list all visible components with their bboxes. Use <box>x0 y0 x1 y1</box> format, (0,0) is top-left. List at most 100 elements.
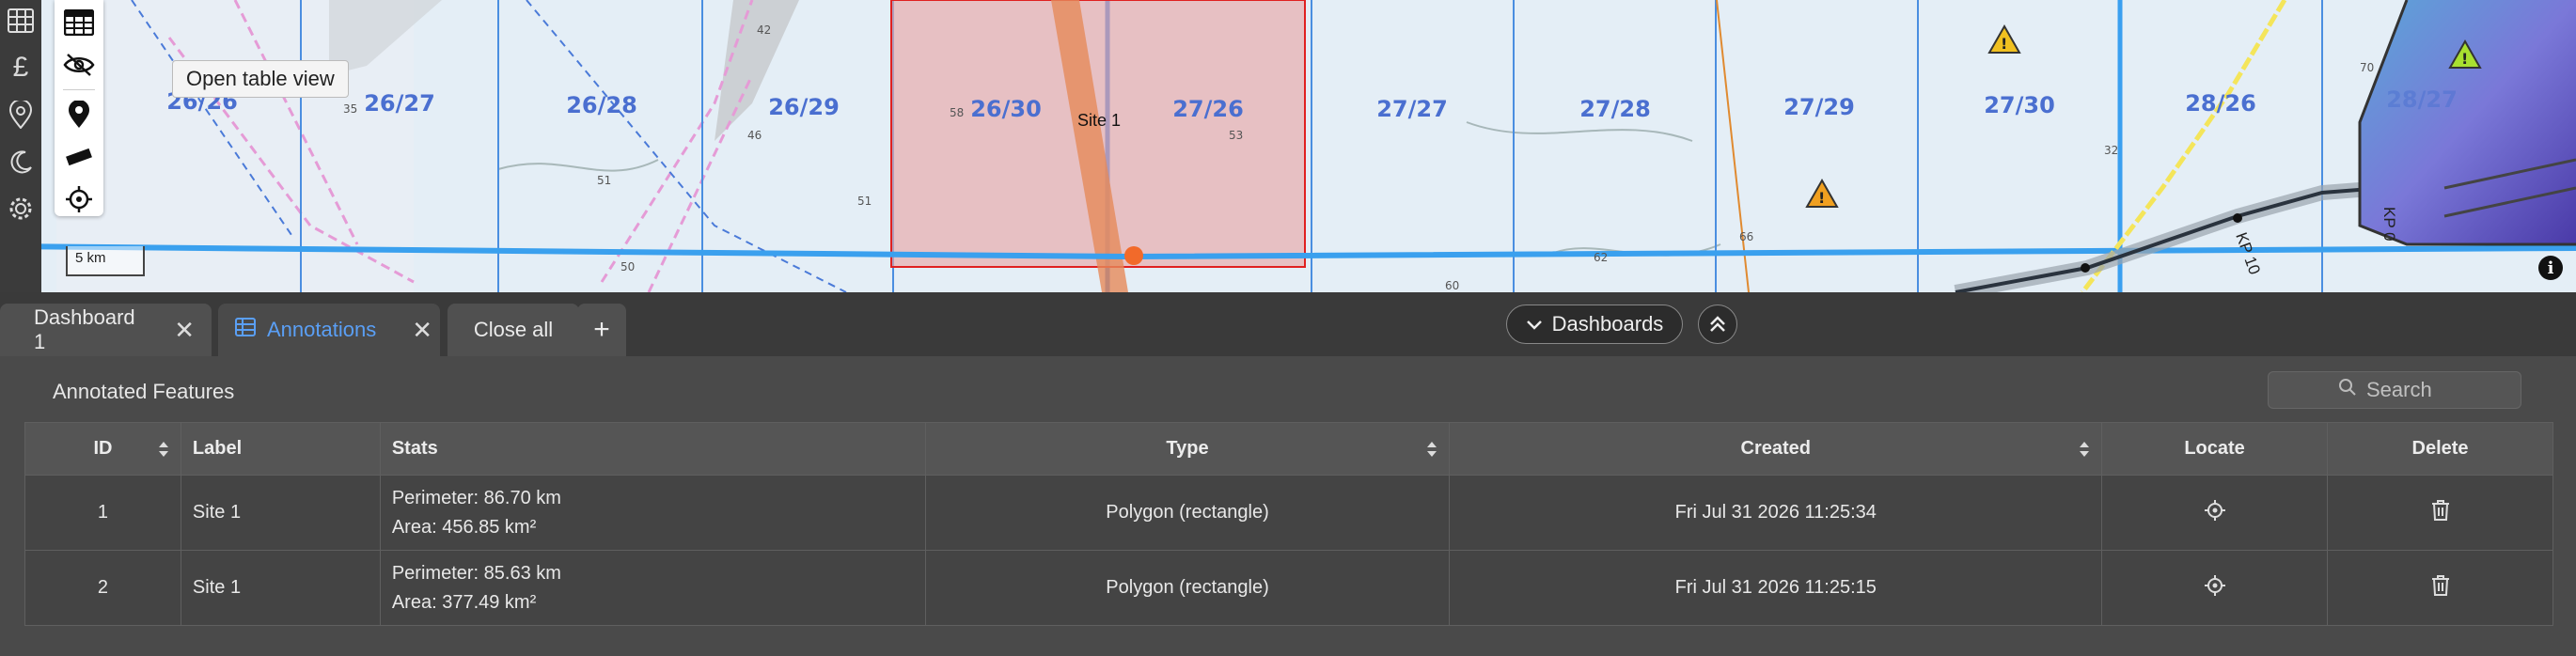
cell-stats: Perimeter: 85.63 km Area: 377.49 km² <box>379 550 926 626</box>
map-block-label: 26/30 <box>970 96 1042 122</box>
map-block-label: 27/27 <box>1376 96 1448 122</box>
sort-icon[interactable] <box>1426 440 1437 459</box>
tab-label: Annotations <box>267 318 377 341</box>
close-icon[interactable]: ✕ <box>412 318 432 342</box>
locate-crosshair-icon[interactable] <box>2204 499 2226 522</box>
svg-text:!: ! <box>2461 50 2468 68</box>
column-header-type[interactable]: Type <box>924 422 1451 476</box>
search-box[interactable] <box>2268 371 2521 409</box>
site-map-label: Site 1 <box>1077 111 1121 130</box>
map-tool-panel <box>55 0 103 216</box>
sort-icon[interactable] <box>158 440 169 459</box>
place-marker-icon[interactable] <box>60 98 98 133</box>
tooltip-open-table-view: Open table view <box>172 60 349 98</box>
map-pin-icon[interactable] <box>6 100 36 130</box>
map-canvas[interactable]: 26/26 26/27 26/28 26/29 26/30 27/26 27/27 27/28… <box>0 0 2576 292</box>
trash-icon[interactable] <box>2430 499 2451 522</box>
tab-annotations[interactable]: Annotations ✕ <box>218 304 440 356</box>
svg-text:35: 35 <box>343 102 357 116</box>
chevron-down-icon <box>1526 312 1543 336</box>
info-icon[interactable]: i <box>2538 256 2563 280</box>
annotations-table: ID Label Stats Type Created Locate Delet… <box>24 422 2553 626</box>
tool-divider <box>63 89 95 91</box>
svg-text:50: 50 <box>620 260 635 273</box>
column-header-stats: Stats <box>379 422 926 476</box>
panel-title: Annotated Features <box>53 380 235 403</box>
svg-text:70: 70 <box>2360 61 2374 74</box>
stat-perimeter: Perimeter: 85.63 km <box>391 562 561 584</box>
double-chevron-up-icon <box>1710 316 1725 332</box>
trash-icon[interactable] <box>2430 574 2451 597</box>
close-all-tabs-button[interactable]: Close all <box>448 304 579 356</box>
ruler-icon[interactable] <box>60 140 98 175</box>
svg-text:60: 60 <box>1445 279 1459 292</box>
cell-id: 1 <box>24 475 181 551</box>
cell-locate <box>2101 550 2329 626</box>
add-tab-button[interactable]: + <box>577 304 626 356</box>
table-header-row: ID Label Stats Type Created Locate Delet… <box>24 422 2553 476</box>
column-label: Type <box>1166 438 1209 459</box>
map-block-label: 27/26 <box>1172 96 1244 122</box>
column-header-created[interactable]: Created <box>1449 422 2103 476</box>
cell-type: Polygon (rectangle) <box>924 475 1451 551</box>
map-view[interactable]: 26/26 26/27 26/28 26/29 26/30 27/26 27/27 27/28… <box>0 0 2576 292</box>
warning-icon[interactable]: ! <box>1987 23 2021 54</box>
dashboards-label: Dashboards <box>1551 312 1664 336</box>
annotations-panel: Annotated Features ID Label Stats Type <box>0 356 2576 656</box>
dashboards-dropdown-button[interactable]: Dashboards <box>1506 305 1683 344</box>
svg-text:51: 51 <box>597 174 611 187</box>
cell-delete <box>2327 475 2553 551</box>
cell-label: Site 1 <box>180 550 381 626</box>
svg-text:46: 46 <box>747 129 762 142</box>
column-header-locate: Locate <box>2101 422 2329 476</box>
close-icon[interactable]: ✕ <box>174 318 195 342</box>
cell-created: Fri Jul 31 2026 11:25:34 <box>1449 475 2103 551</box>
tab-label: Dashboard 1 <box>34 305 135 353</box>
cell-label: Site 1 <box>180 475 381 551</box>
tab-dashboard-1[interactable]: Dashboard 1 ✕ <box>0 304 212 356</box>
pound-sign-icon[interactable]: £ <box>6 52 36 83</box>
site-anchor-point <box>1124 246 1143 265</box>
stat-area: Area: 456.85 km² <box>391 516 537 538</box>
map-block-label: 26/28 <box>566 92 637 118</box>
map-block-label: 28/26 <box>2185 90 2256 117</box>
hide-icon[interactable] <box>60 48 98 83</box>
locate-crosshair-icon[interactable] <box>2204 574 2226 597</box>
moon-icon[interactable] <box>6 147 36 177</box>
dashboard-tab-bar: Dashboard 1 ✕ Annotations ✕ Close all + … <box>0 292 2576 356</box>
warning-icon[interactable]: ! <box>1805 178 1839 208</box>
table-row[interactable]: 1 Site 1 Perimeter: 86.70 km Area: 456.8… <box>24 475 2553 551</box>
gear-icon[interactable] <box>6 194 36 224</box>
column-label: Created <box>1740 438 1811 459</box>
table-grid-icon[interactable] <box>6 6 36 36</box>
column-header-label: Label <box>180 422 381 476</box>
table-icon <box>235 318 256 342</box>
svg-text:58: 58 <box>950 106 964 119</box>
expand-panel-button[interactable] <box>1698 305 1737 344</box>
cell-created: Fri Jul 31 2026 11:25:15 <box>1449 550 2103 626</box>
cell-stats: Perimeter: 86.70 km Area: 456.85 km² <box>379 475 926 551</box>
table-row[interactable]: 2 Site 1 Perimeter: 85.63 km Area: 377.4… <box>24 550 2553 626</box>
map-block-label: 27/30 <box>1984 92 2055 118</box>
svg-text:53: 53 <box>1229 129 1243 142</box>
map-scale-bar: 5 km <box>66 246 145 276</box>
locate-crosshair-icon[interactable] <box>60 181 98 216</box>
kp-label: KP 0 <box>2380 207 2398 242</box>
app-window: 26/26 26/27 26/28 26/29 26/30 27/26 27/27 27/28… <box>0 0 2576 656</box>
svg-text:!: ! <box>1818 189 1825 207</box>
stat-perimeter: Perimeter: 86.70 km <box>391 487 561 508</box>
svg-text:62: 62 <box>1594 251 1608 264</box>
column-header-delete: Delete <box>2327 422 2553 476</box>
cell-type: Polygon (rectangle) <box>924 550 1451 626</box>
column-label: ID <box>93 438 113 459</box>
stat-area: Area: 377.49 km² <box>391 591 537 613</box>
svg-text:32: 32 <box>2104 144 2118 157</box>
search-input[interactable] <box>2366 378 2451 402</box>
table-view-icon[interactable] <box>60 6 98 40</box>
column-header-id[interactable]: ID <box>24 422 181 476</box>
svg-text:51: 51 <box>857 195 872 208</box>
map-block-label: 26/27 <box>364 90 435 117</box>
sort-icon[interactable] <box>2079 440 2090 459</box>
map-block-label: 26/29 <box>768 94 840 120</box>
svg-text:66: 66 <box>1739 230 1753 243</box>
